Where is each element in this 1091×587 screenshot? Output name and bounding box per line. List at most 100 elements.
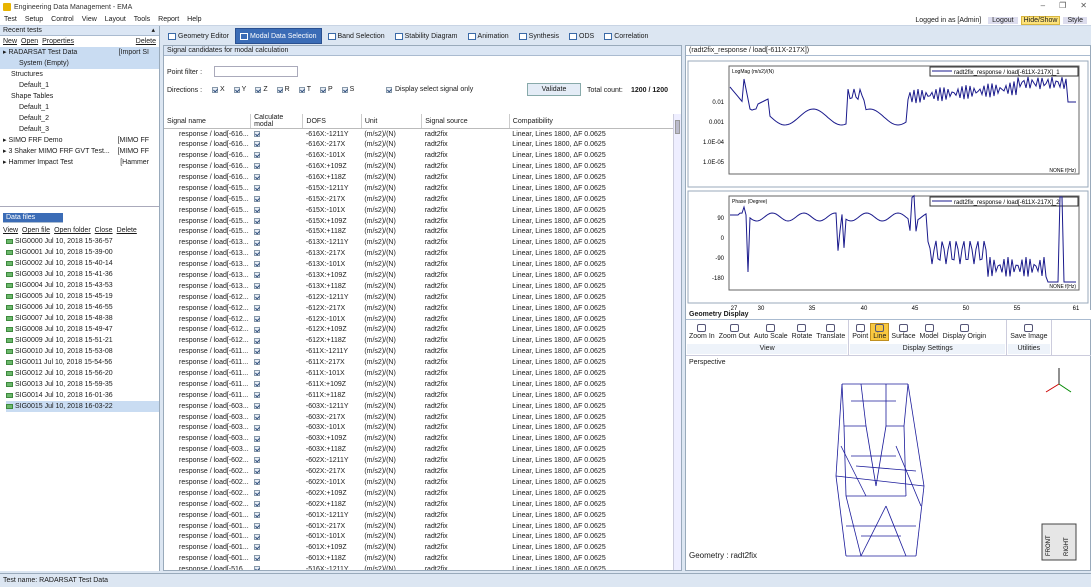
tab-synthesis[interactable]: Synthesis: [514, 28, 564, 44]
column-header[interactable]: DOFS: [302, 114, 362, 129]
table-row[interactable]: response / load[-611... -611X:-217X (m/s2)…: [164, 357, 681, 368]
table-row[interactable]: response / load[-612... -612X:+118Z (m/s2)…: [164, 335, 681, 346]
table-row[interactable]: response / load[-612... -612X:+109Z (m/s2)…: [164, 325, 681, 336]
direction-checkbox[interactable]: [341, 86, 348, 93]
table-row[interactable]: response / load[-611... -611X:+118Z (m/s2)…: [164, 390, 681, 401]
table-row[interactable]: response / load[-603... -603X:-101X (m/s2)…: [164, 423, 681, 434]
menu-view[interactable]: View: [78, 16, 101, 23]
calculate-modal-checkbox[interactable]: [253, 185, 260, 192]
table-row[interactable]: response / load[-616... -616X:+118Z (m/s2)…: [164, 172, 681, 183]
display-selected-toggle[interactable]: Display select signal only: [386, 86, 473, 93]
data-file-item[interactable]: SIG0011 Jul 10, 2018 15-54-56: [6, 357, 159, 368]
column-header[interactable]: Compatibility: [509, 114, 681, 129]
recent-tree-item[interactable]: Default_1: [0, 102, 159, 113]
calculate-modal-checkbox[interactable]: [253, 544, 260, 551]
datafile-tool-delete[interactable]: Delete: [117, 227, 137, 234]
calculate-modal-checkbox[interactable]: [253, 424, 260, 431]
calculate-modal-checkbox[interactable]: [253, 326, 260, 333]
recent-tree-item[interactable]: System (Empty): [0, 58, 159, 69]
recent-tree-item[interactable]: Default_1: [0, 80, 159, 91]
menu-report[interactable]: Report: [154, 16, 183, 23]
table-row[interactable]: response / load[-613... -613X:-1211Y (m/s2…: [164, 237, 681, 248]
table-row[interactable]: response / load[-612... -612X:-1211Y (m/s2…: [164, 292, 681, 303]
ribbon-point-button[interactable]: Point: [850, 324, 870, 340]
data-file-item[interactable]: SIG0014 Jul 10, 2018 16-01-36: [6, 390, 159, 401]
tab-correlation[interactable]: Correlation: [600, 28, 653, 44]
ribbon-surface-button[interactable]: Surface: [889, 324, 917, 340]
table-row[interactable]: response / load[-613... -613X:-101X (m/s2)…: [164, 259, 681, 270]
recent-tool-properties[interactable]: Properties: [42, 38, 74, 45]
menu-control[interactable]: Control: [47, 16, 78, 23]
calculate-modal-checkbox[interactable]: [253, 228, 260, 235]
direction-checkbox[interactable]: [212, 86, 218, 93]
datafile-tool-close[interactable]: Close: [95, 227, 113, 234]
datafile-tool-view[interactable]: View: [3, 227, 18, 234]
datafile-tool-open-folder[interactable]: Open folder: [54, 227, 91, 234]
table-row[interactable]: response / load[-601... -601X:-1211Y (m/s2…: [164, 510, 681, 521]
menu-tools[interactable]: Tools: [130, 16, 154, 23]
calculate-modal-checkbox[interactable]: [253, 381, 260, 388]
table-row[interactable]: response / load[-601... -601X:-217X (m/s2)…: [164, 521, 681, 532]
column-header[interactable]: Signal name: [164, 114, 252, 129]
table-row[interactable]: response / load[-603... -603X:+109Z (m/s2)…: [164, 433, 681, 444]
recent-tree-item[interactable]: Default_3: [0, 124, 159, 135]
tab-ods[interactable]: ODS: [565, 28, 599, 44]
calculate-modal-checkbox[interactable]: [253, 293, 260, 300]
table-row[interactable]: response / load[-612... -612X:-217X (m/s2)…: [164, 303, 681, 314]
table-row[interactable]: response / load[-602... -602X:-1211Y (m/s2…: [164, 455, 681, 466]
direction-checkbox[interactable]: [319, 86, 326, 93]
data-files-header[interactable]: Data files: [3, 213, 63, 223]
data-file-item[interactable]: SIG0012 Jul 10, 2018 15-56-20: [6, 368, 159, 379]
ribbon-save-image-button[interactable]: Save Image: [1008, 324, 1049, 340]
calculate-modal-checkbox[interactable]: [253, 315, 260, 322]
data-file-item[interactable]: SIG0000 Jul 10, 2018 15-36-57: [6, 236, 159, 247]
style-button[interactable]: Style: [1063, 16, 1087, 24]
calculate-modal-checkbox[interactable]: [253, 435, 260, 442]
table-row[interactable]: response / load[-601... -601X:+118Z (m/s2)…: [164, 553, 681, 564]
display-selected-checkbox[interactable]: [386, 86, 392, 93]
tab-band-selection[interactable]: Band Selection: [323, 28, 389, 44]
menu-test[interactable]: Test: [0, 16, 21, 23]
calculate-modal-checkbox[interactable]: [253, 479, 260, 486]
data-file-item[interactable]: SIG0002 Jul 10, 2018 15-40-14: [6, 258, 159, 269]
point-filter-input[interactable]: [214, 66, 298, 77]
close-icon[interactable]: ✕: [1080, 1, 1087, 10]
direction-z[interactable]: Z: [255, 86, 268, 93]
table-row[interactable]: response / load[-615... -615X:-1211Y (m/s2…: [164, 183, 681, 194]
wireframe-model[interactable]: FRONT RIGHT: [686, 356, 1090, 570]
calculate-modal-checkbox[interactable]: [253, 206, 260, 213]
restore-icon[interactable]: ❐: [1059, 1, 1066, 10]
table-row[interactable]: response / load[-612... -612X:-101X (m/s2)…: [164, 314, 681, 325]
tab-stability-diagram[interactable]: Stability Diagram: [390, 28, 462, 44]
direction-checkbox[interactable]: [298, 86, 305, 93]
calculate-modal-checkbox[interactable]: [253, 468, 260, 475]
ribbon-zoom-in-button[interactable]: Zoom In: [687, 324, 717, 340]
calculate-modal-checkbox[interactable]: [253, 500, 260, 507]
calculate-modal-checkbox[interactable]: [253, 402, 260, 409]
validate-button[interactable]: Validate: [527, 83, 581, 96]
calculate-modal-checkbox[interactable]: [253, 195, 260, 202]
table-row[interactable]: response / load[-602... -602X:-101X (m/s2)…: [164, 477, 681, 488]
minimize-icon[interactable]: –: [1041, 1, 1045, 10]
ribbon-line-button[interactable]: Line: [870, 323, 890, 341]
direction-x[interactable]: X: [212, 86, 225, 93]
ribbon-model-button[interactable]: Model: [918, 324, 941, 340]
calculate-modal-checkbox[interactable]: [253, 239, 260, 246]
recent-tool-open[interactable]: Open: [21, 38, 38, 45]
direction-checkbox[interactable]: [255, 86, 262, 93]
direction-y[interactable]: Y: [233, 86, 246, 93]
calculate-modal-checkbox[interactable]: [253, 217, 260, 224]
calculate-modal-checkbox[interactable]: [253, 272, 260, 279]
table-row[interactable]: response / load[-615... -615X:-101X (m/s2)…: [164, 205, 681, 216]
menu-setup[interactable]: Setup: [21, 16, 47, 23]
calculate-modal-checkbox[interactable]: [253, 304, 260, 311]
data-file-item[interactable]: SIG0013 Jul 10, 2018 15-59-35: [6, 379, 159, 390]
data-file-item[interactable]: SIG0006 Jul 10, 2018 15-46-55: [6, 302, 159, 313]
calculate-modal-checkbox[interactable]: [253, 555, 260, 562]
calculate-modal-checkbox[interactable]: [253, 250, 260, 257]
table-row[interactable]: response / load[-616... -616X:-217X (m/s2)…: [164, 139, 681, 150]
recent-tree-item[interactable]: ▸ 3 Shaker MIMO FRF GVT Test... [MIMO FF: [0, 146, 159, 157]
recent-tree-item[interactable]: Shape Tables: [0, 91, 159, 102]
direction-r[interactable]: R: [276, 86, 290, 93]
hide-show-button[interactable]: Hide/Show: [1020, 15, 1061, 25]
